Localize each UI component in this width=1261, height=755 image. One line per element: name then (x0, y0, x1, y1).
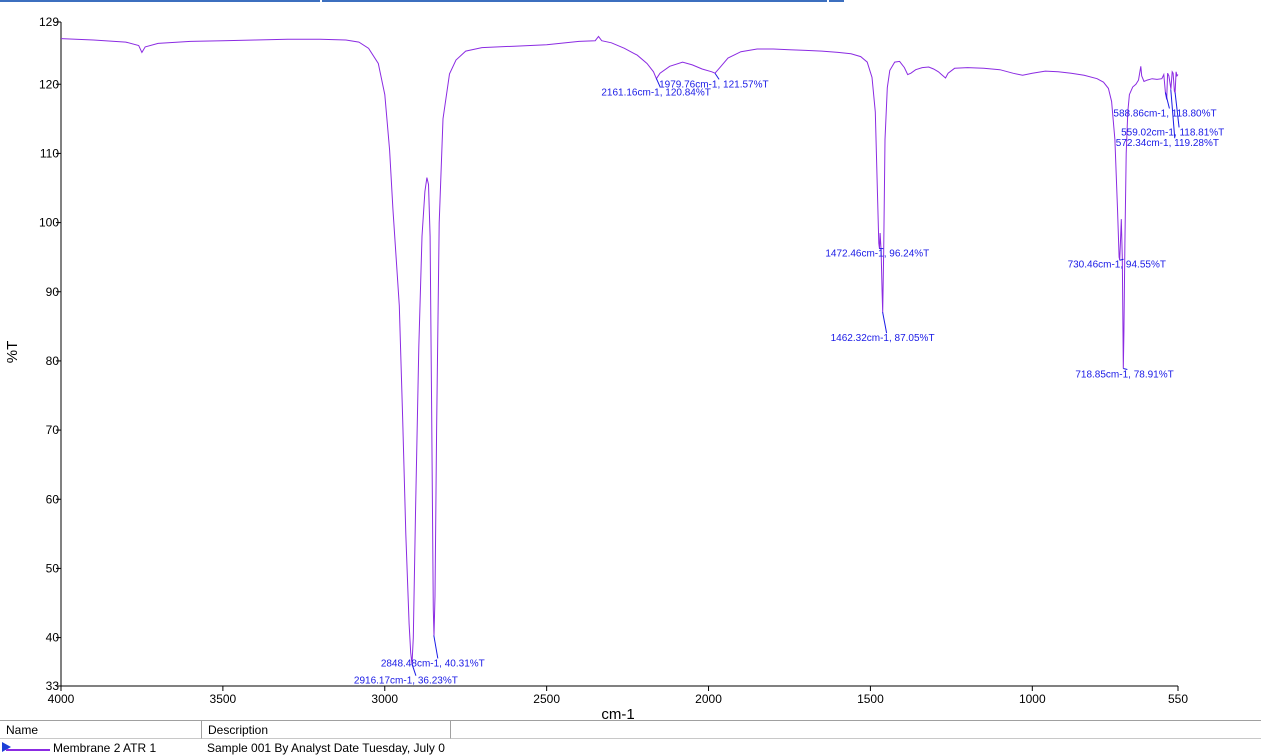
x-tick-label: 1000 (1019, 692, 1046, 706)
peak-annotations: 2916.17cm-1, 36.23%T 2848.48cm-1, 40.31%T… (354, 73, 1224, 687)
x-tick-label: 4000 (48, 692, 75, 706)
y-tick-label: 80 (46, 354, 60, 368)
y-tick-label: 40 (46, 631, 60, 645)
y-tick-label: 60 (46, 492, 60, 506)
peak-annotation-label: 1979.76cm-1, 121.57%T (659, 79, 769, 90)
y-tick-label: 50 (46, 561, 60, 575)
y-tick-label: 90 (46, 285, 60, 299)
y-tick-label: 110 (40, 146, 59, 160)
peak-annotation-label: 1472.46cm-1, 96.24%T (825, 249, 929, 260)
peak-annotation-label: 588.86cm-1, 118.80%T (1113, 109, 1216, 120)
peak-annotation-label: 2916.17cm-1, 36.23%T (354, 676, 458, 687)
y-axis-label: %T (4, 341, 21, 364)
peak-annotation-label: 2848.48cm-1, 40.31%T (381, 658, 485, 669)
legend-row-description[interactable]: Sample 001 By Analyst Date Tuesday, July… (207, 741, 447, 755)
annotation-leader (1164, 92, 1170, 109)
x-axis-label: cm-1 (601, 706, 634, 720)
peak-annotation-label: 572.34cm-1, 119.28%T (1116, 138, 1219, 149)
x-tick-label: 2500 (533, 692, 560, 706)
legend-table: Name Description Membrane 2 ATR 1 Sample… (0, 720, 1261, 755)
legend-row-name[interactable]: Membrane 2 ATR 1 (53, 741, 201, 755)
peak-annotation-label: 730.46cm-1, 94.55%T (1068, 259, 1166, 270)
y-tick-label: 129 (39, 15, 59, 29)
y-tick-label: 33 (46, 679, 60, 693)
x-tick-label: 3500 (210, 692, 237, 706)
y-tick-label: 120 (39, 77, 59, 91)
legend-header-description[interactable]: Description (202, 721, 451, 739)
annotation-leader (882, 312, 888, 334)
annotation-leader (433, 635, 439, 659)
spectrum-trace[interactable] (60, 35, 1179, 664)
x-tick-label: 2000 (695, 692, 722, 706)
legend-header-blank (451, 721, 1261, 739)
x-tick-label: 550 (1168, 692, 1188, 706)
peak-annotation-label: 718.85cm-1, 78.91%T (1075, 369, 1173, 380)
x-tick-label: 1500 (857, 692, 884, 706)
ir-spectrum-chart[interactable]: 129 120 110 100 90 80 70 60 50 40 334000 3500 3000 25… (0, 0, 1261, 720)
chart-axes (60, 22, 1178, 687)
peak-annotation-label: 1462.32cm-1, 87.05%T (831, 333, 935, 344)
y-tick-label: 70 (46, 423, 60, 437)
y-tick-label: 100 (39, 216, 59, 230)
legend-header-name[interactable]: Name (0, 721, 202, 739)
x-tick-label: 3000 (371, 692, 398, 706)
peak-annotation-label: 559.02cm-1, 118.81%T (1121, 127, 1224, 138)
chart-ticks: 129 120 110 100 90 80 70 60 50 40 334000 3500 3000 25… (39, 15, 1188, 706)
